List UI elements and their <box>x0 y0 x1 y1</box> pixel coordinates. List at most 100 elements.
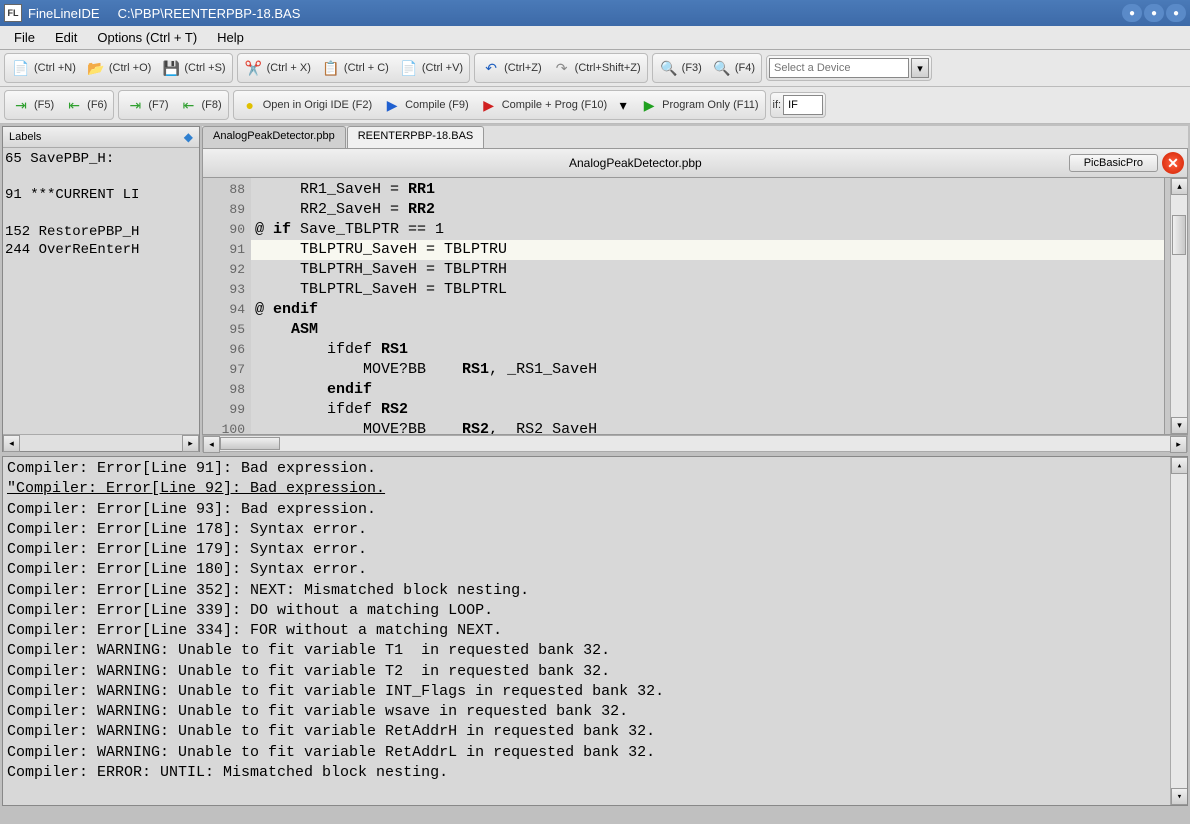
output-line[interactable]: Compiler: WARNING: Unable to fit variabl… <box>7 702 1183 722</box>
save-button[interactable]: 💾 (Ctrl +S) <box>157 56 229 80</box>
code-line[interactable]: RR2_SaveH = RR2 <box>251 200 1164 220</box>
editor-title: AnalogPeakDetector.pbp <box>206 156 1065 170</box>
scroll-down-button[interactable]: ▾ <box>1171 417 1188 434</box>
find-button[interactable]: 🔍 (F3) <box>655 56 706 80</box>
editor-vscroll[interactable]: ▴ ▾ <box>1170 178 1187 434</box>
labels-list-item[interactable] <box>5 205 197 223</box>
bookmark-f7-button[interactable]: ⇥ (F7) <box>121 93 172 117</box>
menu-edit[interactable]: Edit <box>45 26 87 49</box>
copy-button[interactable]: 📋 (Ctrl + C) <box>317 56 393 80</box>
labels-list-item[interactable]: 152 RestorePBP_H <box>5 223 197 241</box>
editor-hscroll[interactable]: ◂ ▸ <box>202 435 1188 452</box>
device-select-input[interactable] <box>769 58 909 78</box>
output-line[interactable]: Compiler: WARNING: Unable to fit variabl… <box>7 641 1183 661</box>
output-line[interactable]: Compiler: Error[Line 91]: Bad expression… <box>7 459 1183 479</box>
labels-list-item[interactable]: 65 SavePBP_H: <box>5 150 197 168</box>
tab-reenterpbp[interactable]: REENTERPBP-18.BAS <box>347 126 485 148</box>
code-line[interactable]: MOVE?BB RS2, RS2 SaveH <box>251 420 1164 435</box>
scroll-up-button[interactable]: ▴ <box>1171 178 1188 195</box>
output-line[interactable]: Compiler: Error[Line 93]: Bad expression… <box>7 500 1183 520</box>
menu-options[interactable]: Options (Ctrl + T) <box>87 26 207 49</box>
maximize-button[interactable]: ● <box>1144 4 1164 22</box>
output-line[interactable]: Compiler: Error[Line 352]: NEXT: Mismatc… <box>7 581 1183 601</box>
redo-button[interactable]: ↷ (Ctrl+Shift+Z) <box>548 56 645 80</box>
output-line[interactable]: Compiler: WARNING: Unable to fit variabl… <box>7 743 1183 763</box>
app-icon: FL <box>4 4 22 22</box>
vscroll-thumb[interactable] <box>1172 215 1186 255</box>
line-gutter: 888990919293949596979899100 <box>203 178 251 434</box>
bookmark-f8-button[interactable]: ⇤ (F8) <box>175 93 226 117</box>
output-line[interactable]: Compiler: Error[Line 179]: Syntax error. <box>7 540 1183 560</box>
scroll-left-button[interactable]: ◂ <box>3 435 20 452</box>
gutter-line: 91 <box>203 240 251 260</box>
compile-prog-button[interactable]: ▶ Compile + Prog (F10) <box>475 93 611 117</box>
editor-language-button[interactable]: PicBasicPro <box>1069 154 1158 172</box>
scroll-right-button[interactable]: ▸ <box>1170 436 1187 453</box>
menu-help[interactable]: Help <box>207 26 254 49</box>
code-line[interactable]: ASM <box>251 320 1164 340</box>
open-origi-button[interactable]: ● Open in Origi IDE (F2) <box>236 93 376 117</box>
device-dropdown-button[interactable]: ▾ <box>911 58 929 78</box>
gutter-line: 89 <box>203 200 251 220</box>
if-input[interactable] <box>783 95 823 115</box>
bookmark-f5-button[interactable]: ⇥ (F5) <box>7 93 58 117</box>
paste-button[interactable]: 📄 (Ctrl +V) <box>395 56 467 80</box>
scroll-track[interactable] <box>20 435 182 451</box>
cut-button[interactable]: ✂️ (Ctrl + X) <box>240 56 315 80</box>
hscroll-thumb[interactable] <box>220 437 280 450</box>
code-line[interactable]: TBLPTRH_SaveH = TBLPTRH <box>251 260 1164 280</box>
open-button[interactable]: 📂 (Ctrl +O) <box>82 56 155 80</box>
labels-hscroll[interactable]: ◂ ▸ <box>3 434 199 451</box>
find-next-button[interactable]: 🔍 (F4) <box>708 56 759 80</box>
output-line[interactable]: Compiler: WARNING: Unable to fit variabl… <box>7 722 1183 742</box>
if-label: if: <box>773 99 782 111</box>
title-text: FineLineIDE C:\PBP\REENTERPBP-18.BAS <box>28 6 1122 21</box>
scroll-left-button[interactable]: ◂ <box>203 436 220 453</box>
compile-button[interactable]: ▶ Compile (F9) <box>378 93 473 117</box>
output-line[interactable]: Compiler: WARNING: Unable to fit variabl… <box>7 662 1183 682</box>
code-line[interactable]: endif <box>251 380 1164 400</box>
output-line[interactable]: Compiler: WARNING: Unable to fit variabl… <box>7 682 1183 702</box>
program-only-button[interactable]: ▶ Program Only (F11) <box>635 93 762 117</box>
close-window-button[interactable]: ● <box>1166 4 1186 22</box>
output-vscroll[interactable]: ▴ ▾ <box>1170 457 1187 805</box>
chevron-down-icon: ▾ <box>917 62 923 75</box>
output-line[interactable]: Compiler: Error[Line 180]: Syntax error. <box>7 560 1183 580</box>
scroll-down-button[interactable]: ▾ <box>1171 788 1188 805</box>
code-line[interactable]: RR1_SaveH = RR1 <box>251 180 1164 200</box>
editor-header: AnalogPeakDetector.pbp PicBasicPro ✕ <box>202 148 1188 178</box>
code-line[interactable]: ifdef RS2 <box>251 400 1164 420</box>
output-line[interactable]: Compiler: Error[Line 334]: FOR without a… <box>7 621 1183 641</box>
editor-body: 888990919293949596979899100 RR1_SaveH = … <box>202 178 1188 435</box>
toolbar-row-1: 📄 (Ctrl +N) 📂 (Ctrl +O) 💾 (Ctrl +S) ✂️ (… <box>0 50 1190 87</box>
code-line[interactable]: TBLPTRU_SaveH = TBLPTRU <box>251 240 1164 260</box>
new-button[interactable]: 📄 (Ctrl +N) <box>7 56 80 80</box>
labels-list-item[interactable]: 244 OverReEnterH <box>5 241 197 259</box>
labels-header[interactable]: Labels ◆ <box>3 127 199 148</box>
minimize-button[interactable]: ● <box>1122 4 1142 22</box>
menu-file[interactable]: File <box>4 26 45 49</box>
tab-analogpeak[interactable]: AnalogPeakDetector.pbp <box>202 126 346 148</box>
output-line[interactable]: Compiler: ERROR: UNTIL: Mismatched block… <box>7 763 1183 783</box>
scroll-up-button[interactable]: ▴ <box>1171 457 1188 474</box>
undo-button[interactable]: ↶ (Ctrl+Z) <box>477 56 546 80</box>
output-line[interactable]: Compiler: Error[Line 339]: DO without a … <box>7 601 1183 621</box>
output-line[interactable]: "Compiler: Error[Line 92]: Bad expressio… <box>7 479 1183 499</box>
labels-list-item[interactable] <box>5 168 197 186</box>
scroll-right-button[interactable]: ▸ <box>182 435 199 452</box>
compiler-output[interactable]: Compiler: Error[Line 91]: Bad expression… <box>2 456 1188 806</box>
labels-list-item[interactable]: 91 ***CURRENT LI <box>5 186 197 204</box>
code-line[interactable]: TBLPTRL_SaveH = TBLPTRL <box>251 280 1164 300</box>
code-editor[interactable]: RR1_SaveH = RR1 RR2_SaveH = RR2@ if Save… <box>251 178 1164 434</box>
redo-icon: ↷ <box>552 58 572 78</box>
labels-list[interactable]: 65 SavePBP_H: 91 ***CURRENT LI 152 Resto… <box>3 148 199 434</box>
file-path: C:\PBP\REENTERPBP-18.BAS <box>118 6 301 21</box>
code-line[interactable]: ifdef RS1 <box>251 340 1164 360</box>
code-line[interactable]: @ endif <box>251 300 1164 320</box>
output-line[interactable]: Compiler: Error[Line 178]: Syntax error. <box>7 520 1183 540</box>
code-line[interactable]: @ if Save_TBLPTR == 1 <box>251 220 1164 240</box>
bookmark-f6-button[interactable]: ⇤ (F6) <box>60 93 111 117</box>
chevron-down-icon[interactable]: ▾ <box>613 95 633 115</box>
editor-close-button[interactable]: ✕ <box>1162 152 1184 174</box>
code-line[interactable]: MOVE?BB RS1, _RS1_SaveH <box>251 360 1164 380</box>
